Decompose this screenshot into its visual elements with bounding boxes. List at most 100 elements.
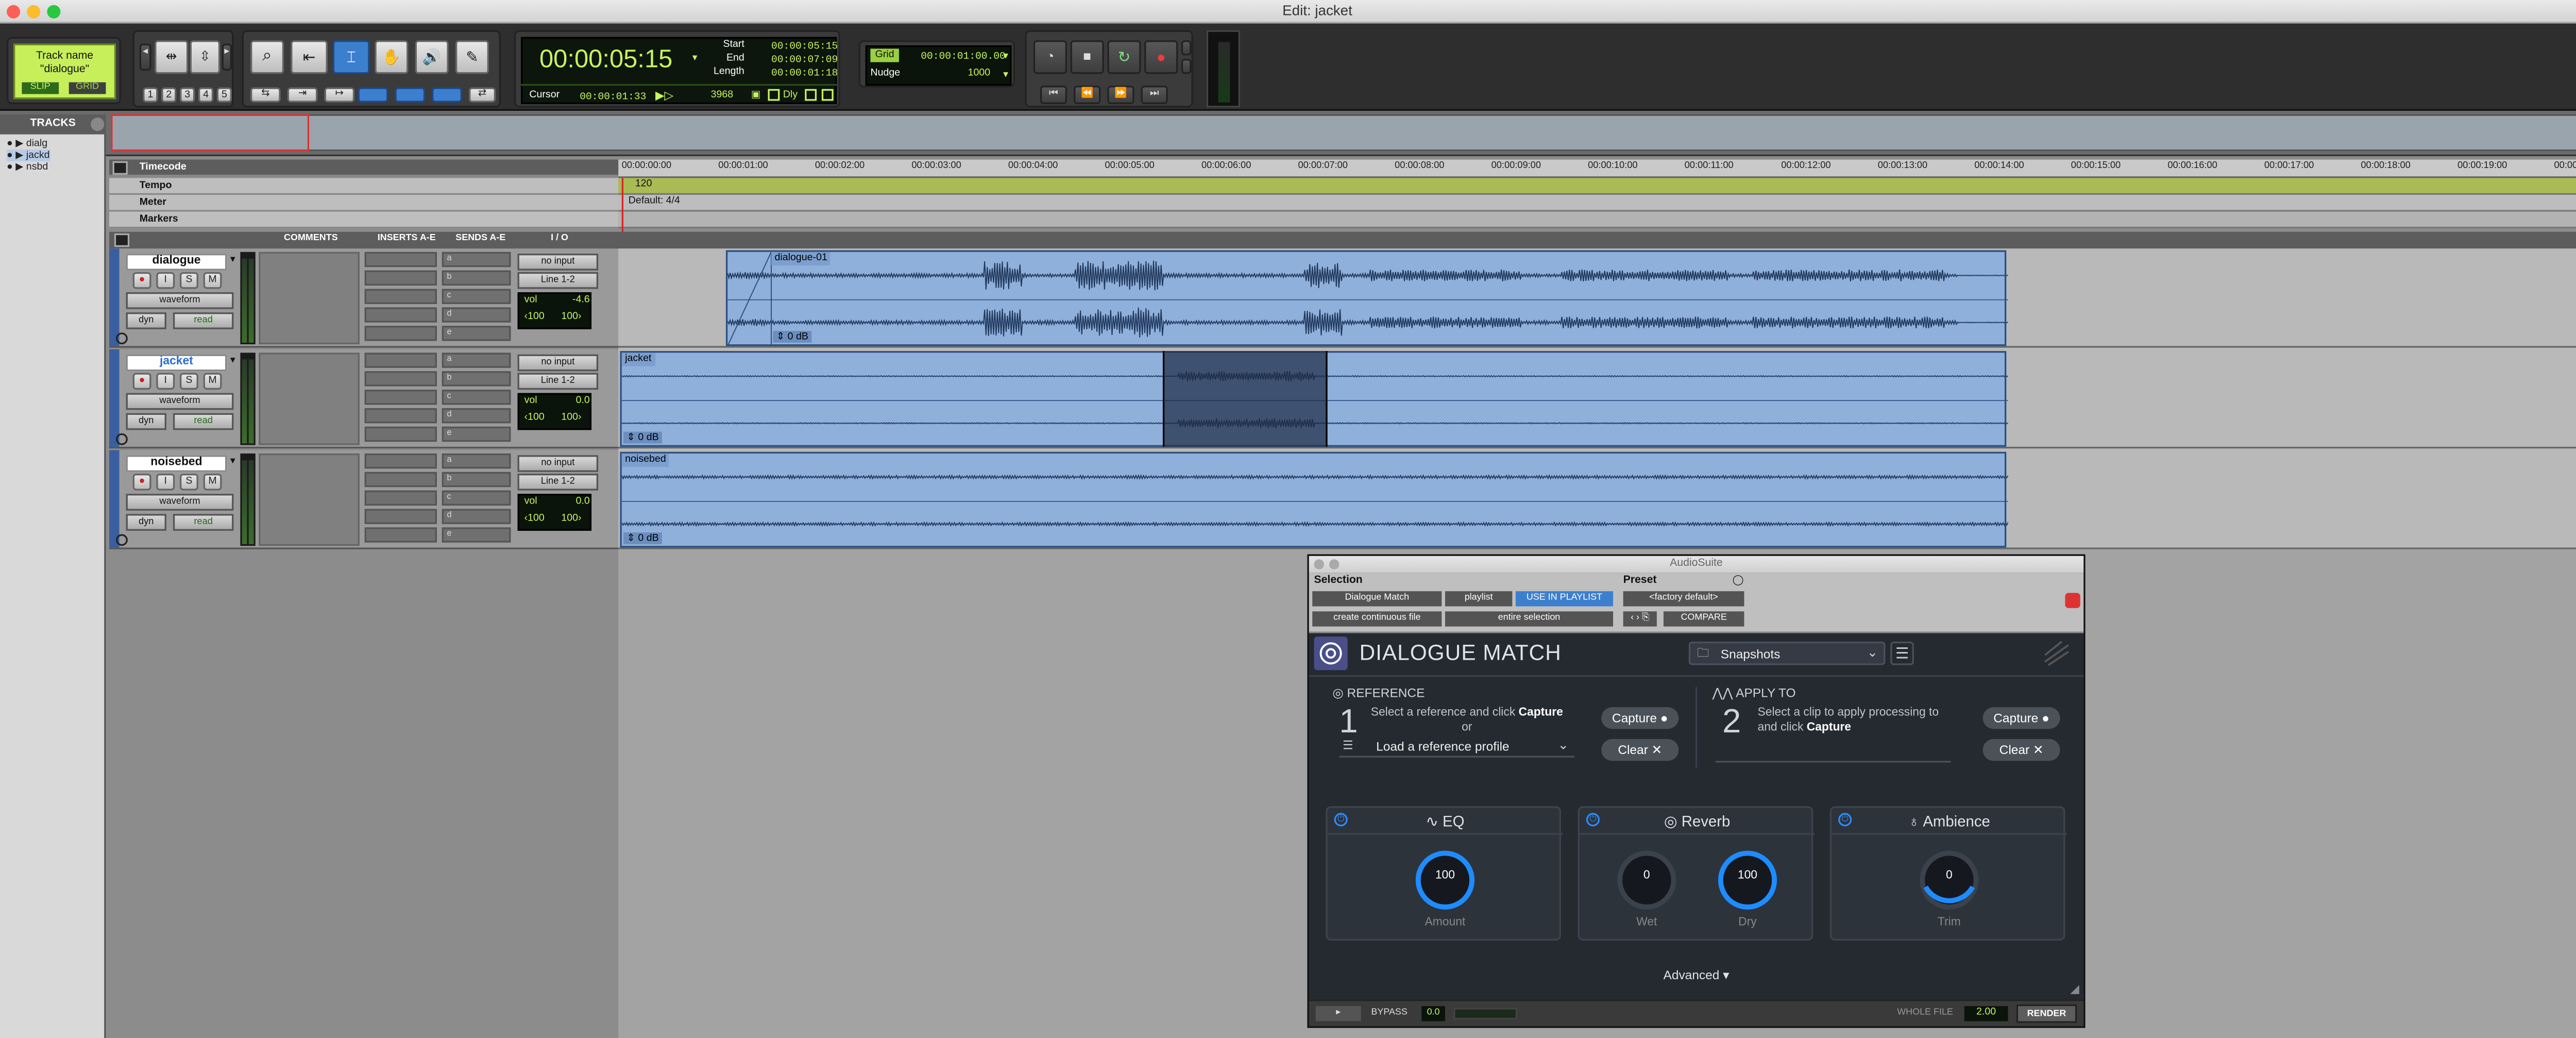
render-button[interactable]: RENDER: [2016, 1004, 2077, 1023]
counter-dropdown-icon[interactable]: ▾: [692, 52, 698, 64]
link-timeline-icon[interactable]: [358, 87, 388, 103]
grabber-tool-icon[interactable]: ✋: [375, 40, 409, 74]
pan-right-value[interactable]: 100›: [561, 514, 581, 524]
comments-field[interactable]: [259, 252, 360, 345]
record-icon[interactable]: ●: [1144, 40, 1178, 74]
track-list-item[interactable]: ● ▶ nsbd: [7, 161, 48, 173]
pan-left-value[interactable]: ‹100: [524, 514, 545, 524]
trim-tool-icon[interactable]: ⇤: [291, 40, 328, 74]
mute-button[interactable]: M: [203, 272, 222, 289]
vertical-zoom-icon[interactable]: ⇳: [190, 40, 221, 74]
ruler-view-icon[interactable]: [112, 161, 128, 175]
zoomer-tool-icon[interactable]: ⌕: [250, 40, 284, 74]
pan-left-value[interactable]: ‹100: [524, 312, 545, 323]
dyn-toggle[interactable]: dyn: [126, 514, 166, 531]
plugin-select-dropdown[interactable]: Dialogue Match: [1312, 591, 1442, 607]
markers-ruler[interactable]: [618, 211, 2576, 229]
end-value[interactable]: 00:00:07:09: [771, 54, 838, 65]
use-in-playlist-button[interactable]: USE IN PLAYLIST: [1515, 591, 1614, 607]
mirror-midi-icon[interactable]: ⇄: [468, 87, 496, 103]
tracks-menu-icon[interactable]: [91, 118, 105, 131]
solo-button[interactable]: S: [179, 474, 198, 491]
zoom-preset-2[interactable]: 2: [161, 87, 177, 103]
automation-mode-dropdown[interactable]: read: [173, 312, 234, 329]
insert-slot[interactable]: [364, 527, 437, 543]
track-list-item[interactable]: ● ▶ dialg: [7, 138, 47, 149]
hamburger-menu-icon[interactable]: ☰: [1890, 641, 1914, 665]
end-icon[interactable]: ⏭: [1141, 86, 1168, 105]
insert-slot[interactable]: [364, 472, 437, 488]
grid-toggle-button[interactable]: Grid: [870, 48, 899, 62]
grid-value[interactable]: 00:00:01:00.00: [921, 51, 1005, 62]
mute-button[interactable]: M: [203, 474, 222, 491]
track-menu-icon[interactable]: ▾: [230, 254, 235, 265]
volume-pan-display[interactable]: vol 0.0 ‹100 100›: [517, 393, 592, 430]
mute-button[interactable]: M: [203, 373, 222, 390]
preview-button[interactable]: ▸: [1315, 1006, 1361, 1022]
automation-mode-dropdown[interactable]: read: [173, 413, 234, 430]
nudge-dropdown-icon[interactable]: ▾: [1003, 69, 1008, 81]
track-list-item[interactable]: ● ▶ jackd: [7, 149, 50, 161]
nudge-value[interactable]: 1000: [968, 69, 991, 79]
zoom-out-button[interactable]: ◂: [139, 43, 151, 71]
track-view-dropdown[interactable]: waveform: [126, 494, 234, 511]
insertion-follows-icon[interactable]: [432, 87, 462, 103]
vol-value[interactable]: 0.0: [560, 497, 590, 508]
send-slot[interactable]: b: [442, 472, 511, 488]
track-color-strip[interactable]: [109, 450, 120, 548]
playlist-icon[interactable]: [116, 534, 128, 546]
playlist-icon[interactable]: [116, 433, 128, 445]
reference-profile-dropdown[interactable]: ☰ Load a reference profile ⌄: [1339, 738, 1575, 758]
scrubber-tool-icon[interactable]: 🔊: [415, 40, 449, 74]
send-slot[interactable]: a: [442, 453, 511, 469]
track-color-strip[interactable]: [109, 349, 120, 447]
apply-clear-button[interactable]: Clear ✕: [1982, 739, 2060, 761]
input-monitor-button[interactable]: I: [156, 373, 175, 390]
rewind-icon[interactable]: ⏪: [1074, 86, 1101, 105]
entire-selection-dropdown[interactable]: entire selection: [1445, 611, 1614, 627]
universe-view[interactable]: [111, 114, 2576, 152]
insert-slot[interactable]: [364, 289, 437, 304]
zoom-preset-3[interactable]: 3: [179, 87, 195, 103]
stop-icon[interactable]: ■: [1070, 40, 1104, 74]
send-slot[interactable]: b: [442, 270, 511, 286]
factory-default-dropdown[interactable]: <factory default>: [1623, 591, 1744, 607]
resize-handle-icon[interactable]: ◢: [2070, 982, 2079, 996]
send-slot[interactable]: d: [442, 408, 511, 424]
output-selector[interactable]: Line 1-2: [517, 474, 599, 491]
track-menu-icon[interactable]: ▾: [230, 355, 235, 366]
clip-gain[interactable]: ⇕ 0 dB: [623, 532, 663, 544]
pencil-tool-icon[interactable]: ✎: [455, 40, 489, 74]
vol-value[interactable]: -4.6: [560, 296, 590, 306]
zoom-preset-1[interactable]: 1: [143, 87, 158, 103]
send-slot[interactable]: e: [442, 426, 511, 442]
time-selection[interactable]: [1162, 351, 1328, 447]
send-slot[interactable]: d: [442, 509, 511, 524]
audio-clip[interactable]: noisebed ⇕ 0 dB: [620, 451, 2008, 548]
insert-slot[interactable]: [364, 326, 437, 341]
send-slot[interactable]: a: [442, 252, 511, 267]
start-value[interactable]: 00:00:05:15: [771, 40, 838, 52]
record-enable-icon[interactable]: ●: [132, 474, 151, 491]
track-view-dropdown[interactable]: waveform: [126, 393, 234, 410]
fast-forward-icon[interactable]: ⏩: [1107, 86, 1134, 105]
comments-field[interactable]: [259, 453, 360, 546]
output-selector[interactable]: Line 1-2: [517, 373, 599, 390]
advanced-toggle[interactable]: Advanced ▾: [1309, 967, 2084, 982]
record-enable-icon[interactable]: ●: [132, 373, 151, 390]
preset-arrows-icon[interactable]: ‹ › ⎘: [1623, 611, 1657, 627]
grid-dropdown-icon[interactable]: ▾: [1003, 51, 1008, 62]
record-enable-icon[interactable]: ●: [132, 272, 151, 289]
send-slot[interactable]: c: [442, 390, 511, 405]
send-slot[interactable]: d: [442, 307, 511, 323]
zoom-in-button[interactable]: ▸: [222, 43, 232, 71]
tempo-ruler[interactable]: 120: [618, 178, 2576, 195]
track-color-strip[interactable]: [109, 248, 120, 346]
send-slot[interactable]: b: [442, 371, 511, 387]
pan-right-value[interactable]: 100›: [561, 312, 581, 323]
automation-mode-dropdown[interactable]: read: [173, 514, 234, 531]
snapshots-dropdown[interactable]: 🗀 Snapshots ⌄: [1688, 641, 1886, 665]
counter-option-1[interactable]: [805, 89, 817, 101]
dry-knob[interactable]: 100: [1717, 850, 1777, 910]
track-name-field[interactable]: jacket: [126, 354, 227, 372]
